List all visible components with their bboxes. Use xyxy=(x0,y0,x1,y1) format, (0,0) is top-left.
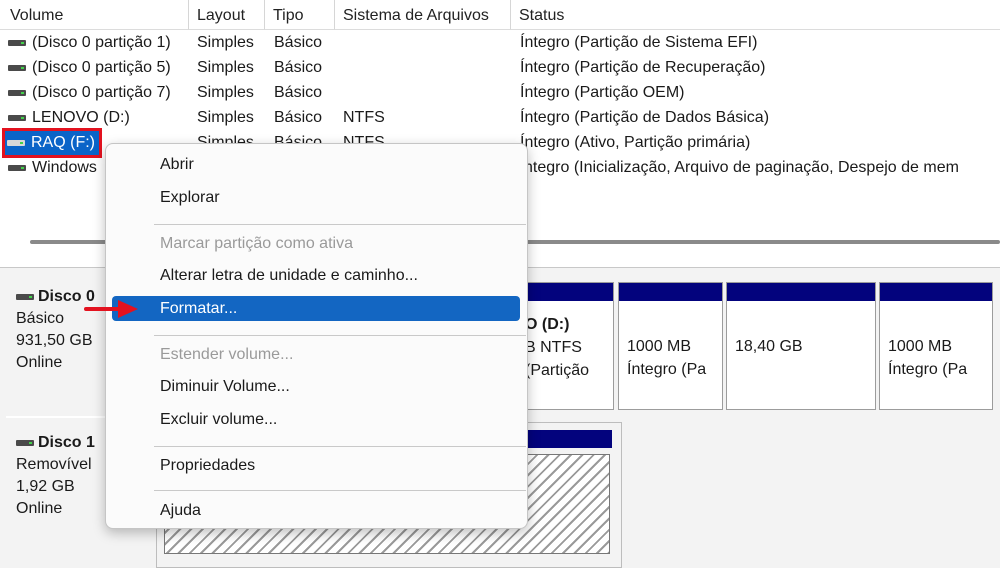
menu-separator xyxy=(154,446,526,447)
volume-row[interactable]: (Disco 0 partição 1) Simples Básico Ínte… xyxy=(0,30,1000,55)
volume-name: (Disco 0 partição 7) xyxy=(32,84,171,101)
volume-row[interactable]: (Disco 0 partição 5) Simples Básico Ínte… xyxy=(0,55,1000,80)
volume-type: Básico xyxy=(274,84,323,101)
volume-fs: NTFS xyxy=(343,109,385,126)
disk-name: Disco 1 xyxy=(38,434,95,451)
partition-18gb[interactable]: 18,40 GB xyxy=(726,282,876,410)
partition-detail: B NTFS xyxy=(525,339,582,356)
volume-name: (Disco 0 partição 1) xyxy=(32,34,171,51)
drive-icon xyxy=(8,89,26,96)
volume-name: (Disco 0 partição 5) xyxy=(32,59,171,76)
disk-icon xyxy=(16,294,34,300)
partition-size: 1000 MB xyxy=(888,338,953,355)
volume-type: Básico xyxy=(274,34,323,51)
disk-icon xyxy=(16,440,34,446)
annotation-arrow-icon xyxy=(84,300,138,318)
drive-icon xyxy=(8,114,26,121)
menu-item-formatar[interactable]: Formatar... xyxy=(112,296,520,321)
volume-fs xyxy=(343,55,509,80)
partition-title: O (D:) xyxy=(525,316,570,333)
partition-status: Íntegro (Pa xyxy=(888,361,968,378)
selected-volume-highlight[interactable]: RAQ (F:) xyxy=(2,127,102,158)
volume-type: Básico xyxy=(274,109,323,126)
partition-status: Íntegro (Pa xyxy=(627,361,707,378)
column-header-volume[interactable]: Volume xyxy=(0,0,189,30)
volume-status: Íntegro (Partição de Sistema EFI) xyxy=(520,34,758,51)
volume-row[interactable]: LENOVO (D:) Simples Básico NTFS Íntegro … xyxy=(0,105,1000,130)
menu-item-explorar[interactable]: Explorar xyxy=(112,185,520,210)
menu-separator xyxy=(154,335,526,336)
volume-status: ntegro (Inicialização, Arquivo de pagina… xyxy=(524,159,959,176)
partition-size: 18,40 GB xyxy=(735,338,803,355)
volume-name: Windows xyxy=(32,159,97,176)
column-header-tipo[interactable]: Tipo xyxy=(265,0,335,30)
volume-layout: Simples xyxy=(197,84,254,101)
volume-layout: Simples xyxy=(197,34,254,51)
volume-row[interactable]: (Disco 0 partição 7) Simples Básico Ínte… xyxy=(0,80,1000,105)
menu-item-marcar-particao-ativa: Marcar partição como ativa xyxy=(160,235,353,252)
volume-status: Íntegro (Ativo, Partição primária) xyxy=(520,134,751,151)
menu-item-abrir[interactable]: Abrir xyxy=(112,152,520,177)
menu-item-propriedades[interactable]: Propriedades xyxy=(112,453,520,478)
menu-separator xyxy=(154,224,526,225)
column-header-layout[interactable]: Layout xyxy=(189,0,265,30)
partition-status: (Partição xyxy=(525,362,590,379)
menu-item-alterar-letra[interactable]: Alterar letra de unidade e caminho... xyxy=(112,263,520,288)
column-header-sistema-de-arquivos[interactable]: Sistema de Arquivos xyxy=(335,0,511,30)
menu-item-estender-volume: Estender volume... xyxy=(160,346,294,363)
menu-separator xyxy=(154,490,526,491)
volume-name: RAQ (F:) xyxy=(31,134,95,151)
drive-icon xyxy=(8,164,26,171)
drive-icon xyxy=(8,64,26,71)
context-menu: Abrir Explorar Marcar partição como ativ… xyxy=(105,143,528,529)
menu-item-diminuir-volume[interactable]: Diminuir Volume... xyxy=(112,374,520,399)
volume-fs xyxy=(343,80,509,105)
volume-status: Íntegro (Partição OEM) xyxy=(520,84,685,101)
volume-layout: Simples xyxy=(197,109,254,126)
volume-layout: Simples xyxy=(197,59,254,76)
volume-fs xyxy=(343,30,509,55)
volume-name: LENOVO (D:) xyxy=(32,109,130,126)
column-header-status[interactable]: Status xyxy=(511,0,1000,30)
partition-1000mb-b[interactable]: 1000 MB Íntegro (Pa xyxy=(879,282,993,410)
volume-status: Íntegro (Partição de Dados Básica) xyxy=(520,109,770,126)
drive-icon xyxy=(7,139,25,146)
partition-1000mb-a[interactable]: 1000 MB Íntegro (Pa xyxy=(618,282,723,410)
drive-icon xyxy=(8,39,26,46)
volume-type: Básico xyxy=(274,59,323,76)
volume-status: Íntegro (Partição de Recuperação) xyxy=(520,59,766,76)
menu-item-ajuda[interactable]: Ajuda xyxy=(112,498,520,523)
partition-size: 1000 MB xyxy=(627,338,692,355)
menu-item-excluir-volume[interactable]: Excluir volume... xyxy=(112,407,520,432)
